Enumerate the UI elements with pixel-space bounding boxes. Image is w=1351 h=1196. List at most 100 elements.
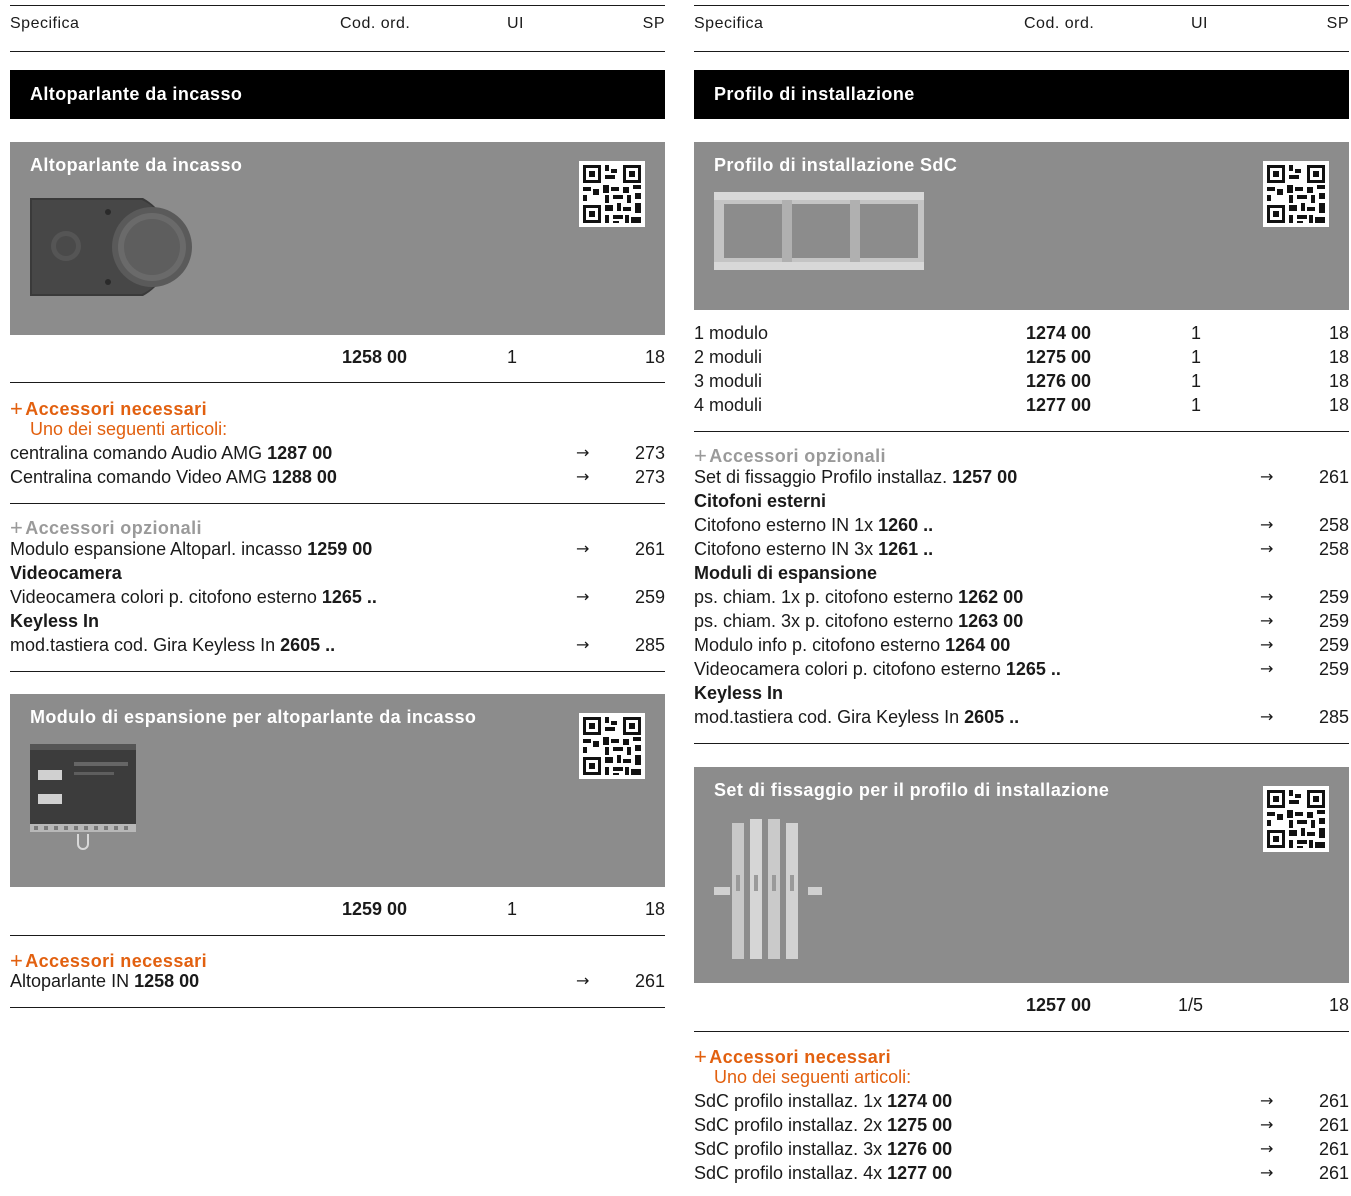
product-card: Set di fissaggio per il profilo di insta…	[694, 767, 1349, 983]
variant-row: 3 moduli 1276 00 1 18	[694, 371, 1349, 395]
page-ref: 258	[1318, 515, 1349, 535]
accessory-row[interactable]: SdC profilo installaz. 4x 1277 00 → 261	[694, 1163, 1349, 1187]
qr-code[interactable]	[579, 161, 645, 227]
arrow-icon: →	[1260, 1115, 1274, 1134]
product-title: Altoparlante da incasso	[30, 155, 243, 175]
order-code: 1259 00	[342, 899, 408, 919]
required-accessories-title: + Accessori necessari	[694, 1044, 891, 1069]
header-cod: Cod. ord.	[1024, 15, 1095, 32]
arrow-icon: →	[1260, 1139, 1274, 1158]
group-title: Citofoni esterni	[694, 491, 827, 511]
product-row: 1257 00 1/5 18	[694, 995, 1349, 1019]
product-row: 1259 00 1 18	[10, 899, 665, 923]
arrow-icon: →	[576, 539, 590, 558]
accessory-row[interactable]: centralina comando Audio AMG 1287 00 → 2…	[10, 443, 665, 467]
qr-code[interactable]	[579, 713, 645, 779]
accessory-row[interactable]: mod.tastiera cod. Gira Keyless In 2605 .…	[694, 707, 1349, 731]
arrow-icon: →	[1260, 515, 1274, 534]
product-row: 1258 00 1 18	[10, 347, 665, 371]
header-sp: SP	[1326, 15, 1349, 32]
arrow-icon: →	[1260, 635, 1274, 654]
header-spec: Specifica	[694, 15, 764, 32]
header-ui: UI	[1191, 15, 1208, 32]
page-ref: 261	[634, 971, 665, 991]
page-ref: 273	[634, 443, 665, 463]
qr-code[interactable]	[1263, 786, 1329, 852]
table-header: Specifica Cod. ord. UI SP	[10, 5, 665, 52]
arrow-icon: →	[1260, 1163, 1274, 1182]
accessory-row[interactable]: Videocamera colori p. citofono esterno 1…	[10, 587, 665, 611]
accessory-row[interactable]: Centralina comando Video AMG 1288 00 → 2…	[10, 467, 665, 491]
ui-value: 1	[1191, 347, 1202, 367]
qr-code[interactable]	[1263, 161, 1329, 227]
accessory-row[interactable]: Modulo info p. citofono esterno 1264 00 …	[694, 635, 1349, 659]
order-code: 1257 00	[1026, 995, 1092, 1015]
sp-value: 18	[1328, 323, 1349, 343]
sp-value: 18	[644, 347, 665, 367]
section-title: Altoparlante da incasso	[10, 70, 665, 119]
required-accessories-title: + Accessori necessari	[10, 396, 207, 421]
header-sp: SP	[642, 15, 665, 32]
accessory-row[interactable]: ps. chiam. 3x p. citofono esterno 1263 0…	[694, 611, 1349, 635]
page-ref: 261	[1318, 467, 1349, 487]
ui-value: 1	[1191, 371, 1202, 391]
accessory-row[interactable]: SdC profilo installaz. 3x 1276 00 → 261	[694, 1139, 1349, 1163]
accessory-row[interactable]: SdC profilo installaz. 2x 1275 00 → 261	[694, 1115, 1349, 1139]
accessory-row[interactable]: Altoparlante IN 1258 00 → 261	[10, 971, 665, 995]
divider	[10, 671, 665, 672]
fixing-set-image	[714, 819, 822, 959]
group-title: Keyless In	[10, 611, 100, 631]
page-ref: 259	[1318, 635, 1349, 655]
accessory-row[interactable]: mod.tastiera cod. Gira Keyless In 2605 .…	[10, 635, 665, 659]
group-title: Moduli di espansione	[694, 563, 878, 583]
page-ref: 261	[1318, 1091, 1349, 1111]
order-code: 1277 00	[1026, 395, 1092, 415]
divider	[10, 1007, 665, 1008]
module-image	[30, 744, 136, 850]
sp-value: 18	[1328, 995, 1349, 1015]
variant-spec: 4 moduli	[694, 395, 763, 415]
accessory-row[interactable]: ps. chiam. 1x p. citofono esterno 1262 0…	[694, 587, 1349, 611]
accessory-row[interactable]: Citofono esterno IN 3x 1261 .. → 258	[694, 539, 1349, 563]
variant-row: 1 modulo 1274 00 1 18	[694, 323, 1349, 347]
table-header: Specifica Cod. ord. UI SP	[694, 5, 1349, 52]
order-code: 1258 00	[342, 347, 408, 367]
header-spec: Specifica	[10, 15, 80, 32]
arrow-icon: →	[1260, 467, 1274, 486]
accessory-row[interactable]: Videocamera colori p. citofono esterno 1…	[694, 659, 1349, 683]
accessory-row[interactable]: SdC profilo installaz. 1x 1274 00 → 261	[694, 1091, 1349, 1115]
page-ref: 261	[1318, 1139, 1349, 1159]
sp-value: 18	[644, 899, 665, 919]
product-card: Profilo di installazione SdC	[694, 142, 1349, 310]
arrow-icon: →	[576, 971, 590, 990]
arrow-icon: →	[1260, 1091, 1274, 1110]
arrow-icon: →	[1260, 587, 1274, 606]
product-card: Modulo di espansione per altoparlante da…	[10, 694, 665, 887]
optional-accessories-title: + Accessori opzionali	[10, 515, 202, 540]
accessory-row[interactable]: Set di fissaggio Profilo installaz. 1257…	[694, 467, 1349, 491]
ui-value: 1	[1191, 323, 1202, 343]
header-ui: UI	[507, 15, 524, 32]
divider	[694, 1031, 1349, 1032]
variant-spec: 3 moduli	[694, 371, 763, 391]
page-ref: 261	[634, 539, 665, 559]
order-code: 1274 00	[1026, 323, 1092, 343]
optional-accessories-title: + Accessori opzionali	[694, 443, 886, 468]
right-column: Specifica Cod. ord. UI SP Profilo di ins…	[694, 0, 1349, 1183]
required-accessories-subtitle: Uno dei seguenti articoli:	[714, 1067, 912, 1087]
page-ref: 273	[634, 467, 665, 487]
page-ref: 259	[1318, 659, 1349, 679]
page-ref: 285	[634, 635, 665, 655]
section-title: Profilo di installazione	[694, 70, 1349, 119]
sp-value: 18	[1328, 371, 1349, 391]
group-title: Keyless In	[694, 683, 784, 703]
left-column: Specifica Cod. ord. UI SP Altoparlante d…	[10, 0, 665, 1008]
product-title: Profilo di installazione SdC	[714, 155, 958, 175]
profile-frame-image	[714, 192, 924, 270]
accessory-row[interactable]: Modulo espansione Altoparl. incasso 1259…	[10, 539, 665, 563]
product-card: Altoparlante da incasso	[10, 142, 665, 335]
arrow-icon: →	[576, 635, 590, 654]
accessory-row[interactable]: Citofono esterno IN 1x 1260 .. → 258	[694, 515, 1349, 539]
arrow-icon: →	[1260, 539, 1274, 558]
required-accessories-title: + Accessori necessari	[10, 948, 207, 973]
